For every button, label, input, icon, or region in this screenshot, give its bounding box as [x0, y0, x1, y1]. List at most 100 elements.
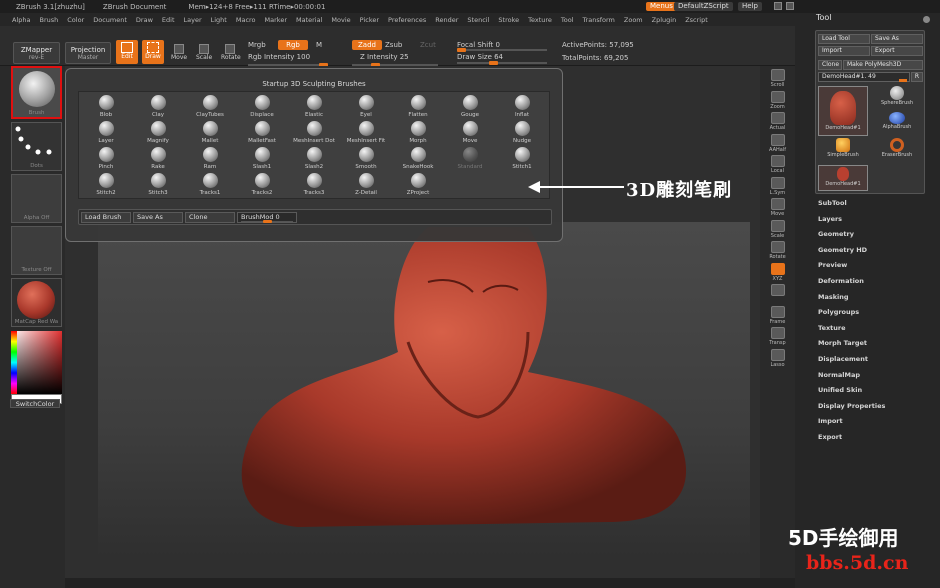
texture-thumbnail[interactable]: Texture Off	[11, 226, 62, 275]
load-tool-button[interactable]: Load Tool	[818, 34, 870, 44]
shelf-aahalf-button[interactable]: AAHalf	[763, 133, 792, 156]
tray-unified-skin[interactable]: Unified Skin	[818, 386, 862, 394]
tray-displacement[interactable]: Displacement	[818, 355, 868, 363]
brush-slash1[interactable]: Slash1	[236, 147, 288, 170]
menu-marker[interactable]: Marker	[265, 16, 287, 24]
brush-displace[interactable]: Displace	[236, 95, 288, 118]
brush-tracks3[interactable]: Tracks3	[288, 173, 340, 196]
menu-zoom[interactable]: Zoom	[624, 16, 643, 24]
brush-mallet[interactable]: Mallet	[184, 121, 236, 144]
tray-normalmap[interactable]: NormalMap	[818, 371, 860, 379]
stroke-thumbnail[interactable]: Dots	[11, 122, 62, 171]
menu-macro[interactable]: Macro	[236, 16, 256, 24]
menu-material[interactable]: Material	[296, 16, 322, 24]
menu-zscript[interactable]: Zscript	[685, 16, 708, 24]
switch-color-button[interactable]: SwitchColor	[10, 399, 60, 408]
draw-size-slider[interactable]	[457, 61, 547, 65]
brushmod-track[interactable]	[241, 220, 293, 223]
brush-stitch2[interactable]: Stitch2	[80, 173, 132, 196]
window-control-icon[interactable]	[774, 2, 782, 10]
draw-button[interactable]: Draw	[142, 40, 164, 64]
default-zscript-button[interactable]: DefaultZScript	[674, 2, 733, 11]
material-thumbnail[interactable]: MatCap Red Wa	[11, 278, 62, 327]
save-as-brush-button[interactable]: Save As	[133, 212, 183, 223]
save-as-tool-button[interactable]: Save As	[871, 34, 923, 44]
menu-draw[interactable]: Draw	[136, 16, 153, 24]
draw-size-label[interactable]: Draw Size 64	[457, 53, 503, 61]
brush-ram[interactable]: Ram	[184, 147, 236, 170]
make-polymesh-button[interactable]: Make PolyMesh3D	[843, 60, 923, 70]
shelf-rotate-button[interactable]: Rotate	[763, 241, 792, 263]
brush-rake[interactable]: Rake	[132, 147, 184, 170]
menu-render[interactable]: Render	[435, 16, 458, 24]
edit-button[interactable]: Edit	[116, 40, 138, 64]
menu-edit[interactable]: Edit	[162, 16, 175, 24]
color-picker[interactable]	[11, 331, 62, 394]
tray-import[interactable]: Import	[818, 417, 843, 425]
brushmod-handle[interactable]	[263, 220, 272, 223]
brush-snakehook[interactable]: SnakeHook	[392, 147, 444, 170]
focal-shift-handle[interactable]	[457, 48, 466, 52]
menu-texture[interactable]: Texture	[528, 16, 552, 24]
z-intensity-label[interactable]: Z Intensity 25	[360, 53, 409, 61]
brush-smooth[interactable]: Smooth	[340, 147, 392, 170]
brush-nudge[interactable]: Nudge	[496, 121, 548, 144]
tray-export[interactable]: Export	[818, 433, 842, 441]
zmapper-button[interactable]: ZMapper rev-E	[13, 42, 60, 64]
tool-thumb-simplebrush[interactable]: SimpleBrush	[818, 138, 868, 162]
brush-slash2[interactable]: Slash2	[288, 147, 340, 170]
brush-tracks1[interactable]: Tracks1	[184, 173, 236, 196]
shelf-light-button[interactable]	[763, 284, 792, 306]
brushmod-slider[interactable]: BrushMod 0	[237, 212, 297, 223]
close-tray-icon[interactable]	[923, 16, 930, 23]
rgb-intensity-label[interactable]: Rgb Intensity 100	[248, 53, 310, 61]
brush-standard[interactable]: Standard	[444, 147, 496, 170]
brush-gouge[interactable]: Gouge	[444, 95, 496, 118]
import-tool-button[interactable]: Import	[818, 46, 870, 56]
brush-elastic[interactable]: Elastic	[288, 95, 340, 118]
scale-button[interactable]: Scale	[196, 44, 212, 61]
m-button[interactable]: M	[316, 41, 322, 49]
zcut-button[interactable]: Zcut	[420, 41, 436, 49]
brush-z-detail[interactable]: Z-Detail	[340, 173, 392, 196]
menus-button[interactable]: Menus	[646, 2, 677, 11]
tray-preview[interactable]: Preview	[818, 261, 847, 269]
tray-texture[interactable]: Texture	[818, 324, 846, 332]
shelf-transp-button[interactable]: Transp	[763, 327, 792, 349]
menu-light[interactable]: Light	[211, 16, 227, 24]
shelf-frame-button[interactable]: Frame	[763, 305, 792, 328]
focal-shift-slider[interactable]	[457, 48, 547, 52]
brush-flatten[interactable]: Flatten	[392, 95, 444, 118]
brush-move[interactable]: Move	[444, 121, 496, 144]
draw-size-handle[interactable]	[489, 61, 498, 65]
brush-pinch[interactable]: Pinch	[80, 147, 132, 170]
menu-movie[interactable]: Movie	[331, 16, 350, 24]
help-button[interactable]: Help	[738, 2, 762, 11]
menu-tool[interactable]: Tool	[561, 16, 574, 24]
shelf-actual-button[interactable]: Actual	[763, 112, 792, 134]
move-button[interactable]: Move	[171, 44, 187, 61]
brush-layer[interactable]: Layer	[80, 121, 132, 144]
brush-malletfast[interactable]: MalletFast	[236, 121, 288, 144]
tool-thumb-spherebrush[interactable]: SphereBrush	[872, 86, 922, 110]
current-tool-slider[interactable]: DemoHead#1. 49	[818, 72, 910, 82]
tray-layers[interactable]: Layers	[818, 215, 842, 223]
shelf-lsym-button[interactable]: L.Sym	[763, 176, 792, 199]
tray-subtool[interactable]: SubTool	[818, 199, 847, 207]
shelf-local-button[interactable]: Local	[763, 155, 792, 177]
brush-stitch3[interactable]: Stitch3	[132, 173, 184, 196]
reset-tool-button[interactable]: R	[911, 72, 923, 82]
load-brush-button[interactable]: Load Brush	[81, 212, 131, 223]
tool-thumb-alphabrush[interactable]: AlphaBrush	[872, 112, 922, 136]
tool-thumb-eraserbrush[interactable]: EraserBrush	[872, 138, 922, 162]
tray-masking[interactable]: Masking	[818, 293, 849, 301]
document-viewport[interactable]	[98, 222, 750, 557]
menu-stroke[interactable]: Stroke	[498, 16, 519, 24]
clone-brush-button[interactable]: Clone	[185, 212, 235, 223]
tray-morph-target[interactable]: Morph Target	[818, 339, 867, 347]
menu-layer[interactable]: Layer	[184, 16, 202, 24]
brush-meshinsert-fit[interactable]: MeshInsert Fit	[340, 121, 392, 144]
tray-polygroups[interactable]: Polygroups	[818, 308, 859, 316]
menu-document[interactable]: Document	[93, 16, 127, 24]
menu-picker[interactable]: Picker	[360, 16, 379, 24]
